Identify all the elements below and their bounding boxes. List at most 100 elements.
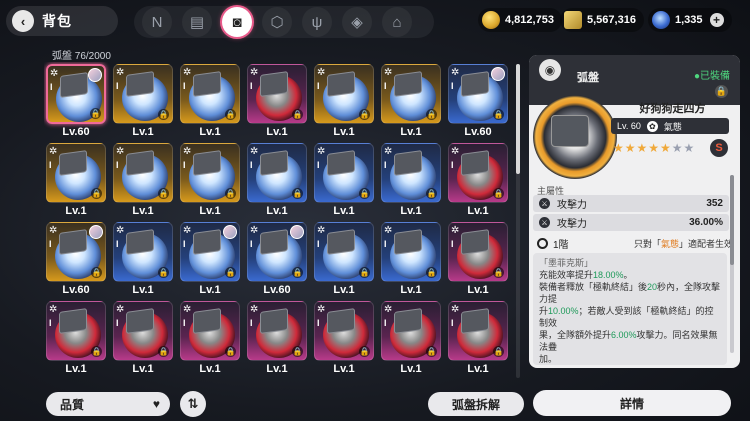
effect-text: 充能效率提升 — [539, 270, 594, 280]
disc-artwork: ✲ I 🔒 — [113, 143, 173, 203]
attribute-label: 攻擊力 — [557, 200, 587, 211]
condition-suffix: 」適配者生效 — [678, 239, 733, 249]
disc-card[interactable]: ✲ I 🔒 Lv.1 — [448, 143, 508, 219]
tier-i-icon: I — [116, 318, 119, 328]
tab-device[interactable]: ▤ — [182, 7, 212, 37]
detail-scrollbar[interactable] — [730, 175, 734, 353]
effect-text: 升 — [539, 306, 549, 316]
heart-icon: ♥ — [152, 397, 160, 411]
disc-card[interactable]: ✲ I 🔒 Lv.1 — [381, 222, 441, 298]
disc-card[interactable]: ✲ I 🔒 Lv.1 — [46, 143, 106, 219]
disc-artwork: ✲ I 🔒 — [113, 301, 173, 361]
tab-module[interactable]: ◈ — [342, 7, 372, 37]
disc-artwork: ✲ I 🔒 — [180, 143, 240, 203]
gear-icon: ✲ — [384, 304, 393, 315]
disc-grid: ✲ I 🔒 Lv.60 ✲ I 🔒 Lv.1 ✲ I 🔒 Lv.1 ✲ I 🔒 Lv.1 ✲ I 🔒 Lv.1 ✲ I 🔒 L… — [44, 62, 512, 387]
gear-icon: ✲ — [116, 146, 125, 157]
disc-card[interactable]: ✲ I 🔒 Lv.1 — [247, 143, 307, 219]
lock-icon: 🔒 — [426, 188, 437, 199]
disc-card[interactable]: ✲ I 🔒 Lv.1 — [314, 64, 374, 140]
disc-box-graphic — [260, 308, 288, 334]
disc-level: Lv.1 — [132, 363, 154, 375]
sort-order-button[interactable]: ⇅ — [180, 391, 206, 417]
disc-level: Lv.1 — [400, 363, 422, 375]
disc-box-graphic — [126, 229, 154, 255]
disc-card[interactable]: ✲ I 🔒 Lv.1 — [448, 222, 508, 298]
disc-card[interactable]: ✲ I 🔒 Lv.60 — [247, 222, 307, 298]
stars-filled: ★★★★★ — [613, 141, 672, 155]
disc-card[interactable]: ✲ I 🔒 Lv.60 — [46, 64, 106, 140]
equipped-avatar — [88, 68, 102, 82]
tier-i-icon: I — [116, 239, 119, 249]
details-button[interactable]: 詳情 — [533, 390, 731, 416]
disc-card[interactable]: ✲ I 🔒 Lv.60 — [46, 222, 106, 298]
add-crystal-button[interactable]: + — [709, 13, 724, 27]
effect-name: 「墨菲克斯」 — [539, 258, 594, 268]
attribute-value: 36.00% — [689, 217, 723, 228]
inventory-count-value: 76/2000 — [74, 51, 111, 62]
disc-artwork: ✲ I 🔒 — [314, 301, 374, 361]
disc-card[interactable]: ✲ I 🔒 Lv.1 — [113, 301, 173, 377]
tier-i-icon: I — [317, 239, 320, 249]
disc-card[interactable]: ✲ I 🔒 Lv.1 — [381, 143, 441, 219]
back-arrow-icon: ‹ — [12, 10, 34, 32]
disc-card[interactable]: ✲ I 🔒 Lv.1 — [113, 222, 173, 298]
tab-cube[interactable]: ⬡ — [262, 7, 292, 37]
back-button[interactable]: ‹ 背包 — [6, 6, 118, 36]
sort-dropdown[interactable]: 品質 ♥ — [46, 392, 170, 416]
disc-card[interactable]: ✲ I 🔒 Lv.1 — [448, 301, 508, 377]
disc-card[interactable]: ✲ I 🔒 Lv.1 — [113, 143, 173, 219]
disc-artwork: ✲ I 🔒 — [180, 222, 240, 282]
grid-scrollbar-thumb[interactable] — [516, 64, 520, 174]
lock-icon: 🔒 — [158, 188, 169, 199]
disc-card[interactable]: ✲ I 🔒 Lv.1 — [314, 222, 374, 298]
disc-card[interactable]: ✲ I 🔒 Lv.1 — [180, 64, 240, 140]
tier-icon — [537, 238, 548, 249]
disc-level: Lv. 60 — [617, 121, 641, 131]
n-logo-icon: N — [151, 13, 163, 31]
disc-card[interactable]: ✲ I 🔒 Lv.1 — [247, 64, 307, 140]
disc-box-graphic — [60, 72, 88, 98]
equipped-avatar — [89, 225, 103, 239]
tab-n-logo[interactable]: N — [142, 7, 172, 37]
detail-scrollbar-thumb[interactable] — [730, 175, 734, 265]
tab-utensils[interactable]: ψ — [302, 7, 332, 37]
disc-artwork: ✲ I 🔒 — [113, 222, 173, 282]
disc-level: Lv.1 — [467, 284, 489, 296]
disc-level: Lv.1 — [266, 205, 288, 217]
disc-artwork: ✲ I 🔒 — [247, 143, 307, 203]
lock-toggle-icon[interactable]: 🔒 — [715, 85, 728, 98]
disc-card[interactable]: ✲ I 🔒 Lv.1 — [180, 222, 240, 298]
rank-s-badge-icon: S — [710, 139, 728, 157]
disc-box-graphic — [327, 150, 355, 176]
tab-home[interactable]: ⌂ — [382, 7, 412, 37]
tab-disc-box[interactable]: ◙ — [222, 7, 252, 37]
disc-card[interactable]: ✲ I 🔒 Lv.1 — [381, 64, 441, 140]
lock-icon: 🔒 — [359, 109, 370, 120]
disc-level: Lv.1 — [400, 126, 422, 138]
disc-card[interactable]: ✲ I 🔒 Lv.1 — [180, 301, 240, 377]
gear-icon: ✲ — [317, 146, 326, 157]
tier-condition: 只對「氣態」適配者生效 — [634, 237, 733, 250]
disc-card[interactable]: ✲ I 🔒 Lv.1 — [180, 143, 240, 219]
gear-icon: ✲ — [317, 67, 326, 78]
disc-card[interactable]: ✲ I 🔒 Lv.1 — [381, 301, 441, 377]
resource-gold: 4,812,753 — [478, 8, 562, 32]
disc-card[interactable]: ✲ I 🔒 Lv.1 — [314, 301, 374, 377]
grid-scrollbar[interactable] — [516, 64, 520, 378]
disc-card[interactable]: ✲ I 🔒 Lv.1 — [314, 143, 374, 219]
effect-value: 6.00% — [611, 330, 637, 340]
disc-card[interactable]: ✲ I 🔒 Lv.1 — [46, 301, 106, 377]
gear-icon: ✲ — [317, 225, 326, 236]
decompose-button[interactable]: 弧盤拆解 — [428, 392, 524, 416]
lock-icon: 🔒 — [359, 346, 370, 357]
tier-i-icon: I — [317, 318, 320, 328]
disc-card[interactable]: ✲ I 🔒 Lv.1 — [247, 301, 307, 377]
lock-icon: 🔒 — [493, 109, 504, 120]
tier-i-icon: I — [250, 239, 253, 249]
tier-i-icon: I — [250, 81, 253, 91]
disc-card[interactable]: ✲ I 🔒 Lv.60 — [448, 64, 508, 140]
disc-card[interactable]: ✲ I 🔒 Lv.1 — [113, 64, 173, 140]
condition-prefix: 只對「 — [633, 239, 661, 249]
lock-icon: 🔒 — [225, 109, 236, 120]
